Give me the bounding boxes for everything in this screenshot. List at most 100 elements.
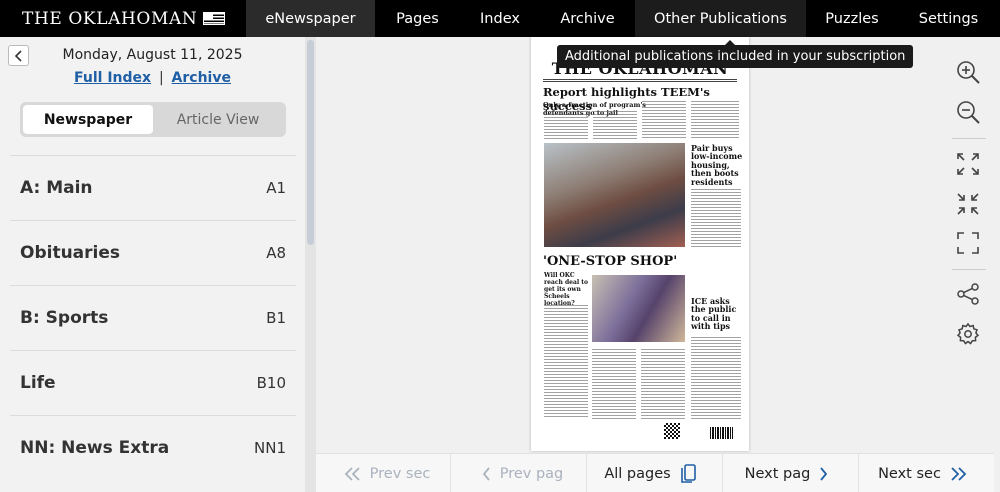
section-list: A: Main A1 Obituaries A8 B: Sports B1 Li… (10, 155, 296, 480)
nav-label: Pages (396, 10, 439, 27)
other-publications-tooltip: Additional publications included in your… (557, 40, 914, 68)
scrollbar-thumb[interactable] (307, 40, 314, 245)
main-nav: eNewspaper Pages Index Archive Other Pub… (246, 0, 999, 37)
nav-enewspaper[interactable]: eNewspaper (246, 0, 375, 37)
section-page: B1 (266, 309, 286, 327)
share-icon (957, 283, 979, 305)
zoom-in-button[interactable] (953, 57, 983, 87)
settings-button[interactable] (953, 319, 983, 349)
nav-puzzles[interactable]: Puzzles (806, 0, 898, 37)
link-separator: | (158, 70, 164, 86)
next-page-button[interactable]: Next pag (723, 454, 859, 492)
store-photo[interactable] (592, 275, 685, 342)
section-sidebar: Monday, August 11, 2025 Full Index | Arc… (0, 37, 305, 492)
fit-collapse-button[interactable] (953, 189, 983, 219)
section-item-news-extra[interactable]: NN: News Extra NN1 (10, 415, 296, 480)
all-pages-button[interactable]: All pages (587, 454, 723, 492)
zoom-out-button[interactable] (953, 97, 983, 127)
nav-label: Puzzles (825, 10, 879, 27)
double-chevron-left-icon (344, 466, 360, 481)
fit-expand-button[interactable] (953, 149, 983, 179)
nav-label: Archive (560, 10, 615, 27)
prev-section-label: Prev sec (369, 465, 431, 482)
prev-page-label: Prev pag (499, 465, 564, 482)
page-navigation-bar: Prev sec Prev pag All pages Next pag Nex… (316, 453, 994, 492)
nav-label: eNewspaper (265, 10, 356, 27)
section-page: A1 (266, 179, 286, 197)
text-column (691, 337, 741, 419)
all-pages-label: All pages (604, 465, 671, 482)
text-column (544, 111, 588, 139)
top-bar: THE OKLAHOMAN eNewspaper Pages Index Arc… (0, 0, 1000, 37)
settings-icon (956, 322, 980, 345)
index-links: Full Index | Archive (0, 70, 305, 86)
nav-label: Settings (918, 10, 979, 27)
archive-link[interactable]: Archive (172, 70, 231, 86)
text-column (544, 305, 588, 417)
section-name: Obituaries (20, 243, 121, 263)
nav-label: Other Publications (654, 10, 787, 27)
flag-icon (203, 12, 226, 25)
section-name: NN: News Extra (20, 438, 170, 458)
section-page: B10 (256, 374, 286, 392)
text-column (691, 101, 739, 139)
page-viewer: THE OKLAHOMAN Report highlights TEEM's s… (316, 37, 948, 453)
fit-expand-icon (957, 153, 979, 175)
nav-index[interactable]: Index (460, 0, 540, 37)
newspaper-page[interactable]: THE OKLAHOMAN Report highlights TEEM's s… (531, 37, 749, 451)
chevron-left-icon (14, 49, 22, 62)
viewer-tools (948, 37, 989, 492)
barcode (710, 427, 733, 439)
qr-code (664, 423, 680, 439)
section-page: NN1 (254, 439, 286, 457)
next-section-button[interactable]: Next sec (859, 454, 994, 492)
chevron-left-icon (482, 466, 490, 481)
text-column (592, 349, 636, 419)
section-item-a-main[interactable]: A: Main A1 (10, 155, 296, 220)
nav-other-publications[interactable]: Other Publications (635, 0, 806, 37)
zoom-in-icon (957, 61, 980, 84)
brand-name: THE OKLAHOMAN (22, 8, 198, 29)
share-button[interactable] (953, 279, 983, 309)
text-column (642, 101, 686, 139)
feature-subhead: Will OKC reach deal to get its own Schee… (544, 272, 589, 307)
section-item-obituaries[interactable]: Obituaries A8 (10, 220, 296, 285)
brand-logo[interactable]: THE OKLAHOMAN (0, 0, 246, 37)
mall-photo[interactable] (544, 143, 685, 247)
next-page-label: Next pag (744, 465, 811, 482)
text-column (691, 189, 741, 249)
prev-section-button[interactable]: Prev sec (316, 454, 451, 492)
issue-date: Monday, August 11, 2025 (62, 47, 243, 63)
zoom-out-icon (957, 101, 980, 124)
nav-settings[interactable]: Settings (898, 0, 999, 37)
tool-divider (952, 138, 986, 139)
back-button[interactable] (8, 45, 29, 66)
sidebar-story-headline: Pair buys low-income housing, then boots… (691, 143, 743, 187)
full-index-link[interactable]: Full Index (74, 70, 151, 86)
page-dateline (543, 79, 737, 82)
chevron-right-icon (820, 466, 828, 481)
section-page: A8 (266, 244, 286, 262)
view-toggle: Newspaper Article View (20, 102, 286, 137)
section-name: A: Main (20, 178, 93, 198)
text-column (593, 111, 637, 139)
newspaper-view-option[interactable]: Newspaper (23, 105, 153, 134)
section-item-life[interactable]: Life B10 (10, 350, 296, 415)
nav-pages[interactable]: Pages (375, 0, 460, 37)
next-section-label: Next sec (878, 465, 941, 482)
fit-collapse-icon (957, 193, 979, 215)
ice-headline: ICE asks the public to call in with tips (691, 296, 737, 332)
feature-headline: 'ONE-STOP SHOP' (543, 254, 678, 269)
prev-page-button[interactable]: Prev pag (451, 454, 587, 492)
section-name: B: Sports (20, 308, 109, 328)
sidebar-scrollbar[interactable] (305, 37, 316, 492)
article-view-option[interactable]: Article View (153, 105, 283, 134)
tool-divider (952, 269, 986, 270)
pages-icon (680, 463, 696, 483)
text-column (641, 349, 685, 419)
nav-archive[interactable]: Archive (540, 0, 635, 37)
fullscreen-icon (957, 232, 979, 254)
section-item-b-sports[interactable]: B: Sports B1 (10, 285, 296, 350)
fullscreen-button[interactable] (953, 228, 983, 258)
double-chevron-right-icon (951, 466, 967, 481)
